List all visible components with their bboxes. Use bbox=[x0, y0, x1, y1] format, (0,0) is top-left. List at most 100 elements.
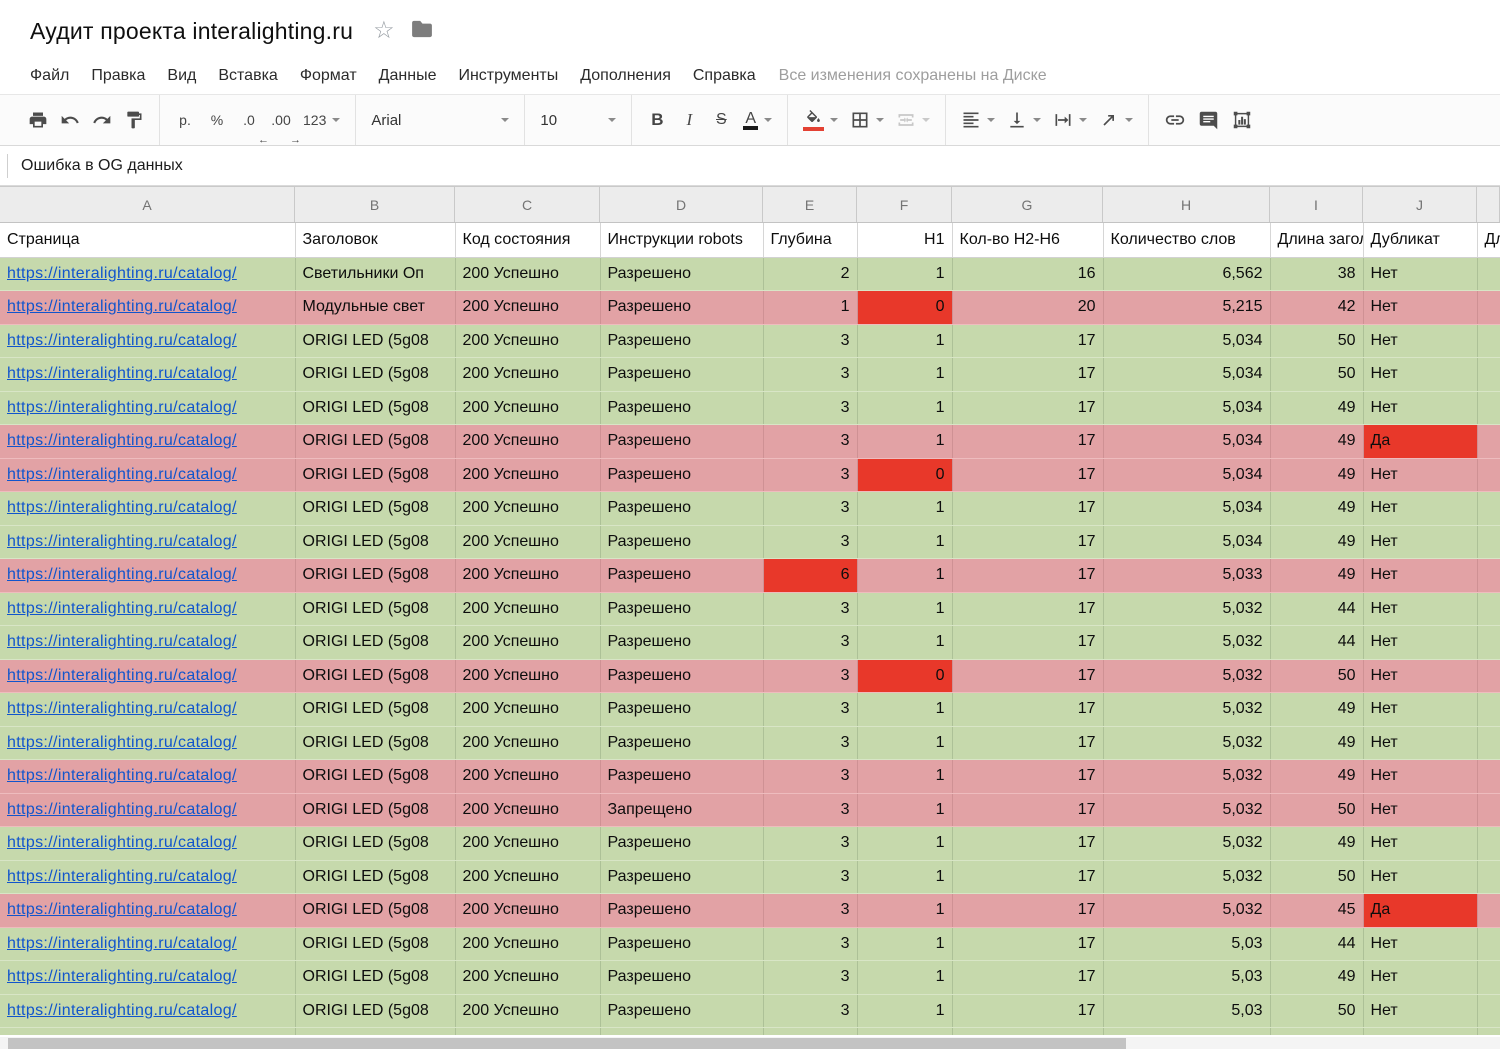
scrollbar-thumb[interactable] bbox=[8, 1038, 1126, 1049]
cell-word-count[interactable]: 5,03 bbox=[1103, 927, 1271, 961]
cell-h2-h6[interactable]: 17 bbox=[952, 927, 1104, 961]
cell-overflow[interactable] bbox=[1477, 726, 1500, 760]
page-link[interactable]: https://interalighting.ru/catalog/ bbox=[7, 533, 237, 550]
menu-item-3[interactable]: Вставка bbox=[207, 67, 288, 84]
cell-h2-h6[interactable]: 17 bbox=[952, 893, 1104, 928]
cell-h2-h6[interactable]: 17 bbox=[952, 1027, 1104, 1035]
cell-status-code[interactable]: 200 Успешно bbox=[455, 357, 601, 392]
column-header-I[interactable]: I bbox=[1270, 187, 1363, 222]
horizontal-align-button[interactable] bbox=[955, 101, 1001, 139]
cell-depth[interactable]: 6 bbox=[763, 558, 858, 593]
cell-overflow[interactable] bbox=[1477, 525, 1500, 559]
bold-button[interactable]: B bbox=[641, 101, 673, 139]
cell-overflow[interactable] bbox=[1477, 1027, 1500, 1035]
currency-format-button[interactable]: р. bbox=[169, 101, 201, 139]
page-link[interactable]: https://interalighting.ru/catalog/ bbox=[7, 901, 237, 918]
cell-h1[interactable]: 1 bbox=[857, 860, 953, 894]
cell-word-count[interactable]: 5,034 bbox=[1103, 357, 1271, 392]
cell-duplicate[interactable]: Нет bbox=[1363, 290, 1478, 325]
cell-h2-h6[interactable]: 17 bbox=[952, 592, 1104, 626]
cell-word-count[interactable]: 5,032 bbox=[1103, 893, 1271, 928]
cell-title[interactable]: ORIGI LED (5g08 bbox=[295, 927, 456, 961]
cell-status-code[interactable]: 200 Успешно bbox=[455, 860, 601, 894]
cell-status-code[interactable]: 200 Успешно bbox=[455, 759, 601, 794]
cell-robots[interactable]: Разрешено bbox=[600, 458, 764, 492]
insert-chart-button[interactable] bbox=[1225, 101, 1259, 139]
page-link[interactable]: https://interalighting.ru/catalog/ bbox=[7, 466, 237, 483]
cell-depth[interactable]: 3 bbox=[763, 458, 858, 492]
cell-robots[interactable]: Запрещено bbox=[600, 793, 764, 827]
cell-title-length[interactable]: 49 bbox=[1270, 424, 1364, 459]
cell-duplicate[interactable]: Нет bbox=[1363, 491, 1478, 526]
cell-word-count[interactable]: 5,032 bbox=[1103, 726, 1271, 760]
cell-h1[interactable]: 1 bbox=[857, 424, 953, 459]
cell-page[interactable]: https://interalighting.ru/catalog/ bbox=[0, 692, 296, 727]
cell-status-code[interactable]: 200 Успешно bbox=[455, 994, 601, 1028]
page-link[interactable]: https://interalighting.ru/catalog/ bbox=[7, 298, 237, 315]
cell-h2-h6[interactable]: 17 bbox=[952, 424, 1104, 459]
redo-button[interactable] bbox=[86, 101, 118, 139]
cell-page[interactable]: https://interalighting.ru/catalog/ bbox=[0, 659, 296, 693]
cell-word-count[interactable]: 5,215 bbox=[1103, 290, 1271, 325]
cell-page[interactable]: https://interalighting.ru/catalog/ bbox=[0, 257, 296, 291]
page-link[interactable]: https://interalighting.ru/catalog/ bbox=[7, 700, 237, 717]
undo-button[interactable] bbox=[54, 101, 86, 139]
cell-depth[interactable]: 3 bbox=[763, 491, 858, 526]
cell-robots[interactable]: Разрешено bbox=[600, 525, 764, 559]
cell-h1[interactable]: 1 bbox=[857, 927, 953, 961]
column-header-F[interactable]: F bbox=[857, 187, 952, 222]
cell-overflow[interactable] bbox=[1477, 391, 1500, 425]
cell-robots[interactable]: Разрешено bbox=[600, 357, 764, 392]
cell-page[interactable]: https://interalighting.ru/catalog/ bbox=[0, 592, 296, 626]
cell-h1[interactable]: 1 bbox=[857, 625, 953, 660]
cell-title-length[interactable]: 50 bbox=[1270, 994, 1364, 1028]
cell-title[interactable]: ORIGI LED (5g08 bbox=[295, 324, 456, 358]
cell-status-code[interactable]: 200 Успешно bbox=[455, 793, 601, 827]
cell-duplicate[interactable]: Нет bbox=[1363, 793, 1478, 827]
cell-depth[interactable]: 3 bbox=[763, 927, 858, 961]
cell-status-code[interactable]: 200 Успешно bbox=[455, 625, 601, 660]
cell-robots[interactable]: Разрешено bbox=[600, 826, 764, 861]
cell-depth[interactable]: 3 bbox=[763, 793, 858, 827]
cell-page[interactable]: https://interalighting.ru/catalog/ bbox=[0, 826, 296, 861]
cell-robots[interactable]: Разрешено bbox=[600, 994, 764, 1028]
cell-h2-h6[interactable]: 17 bbox=[952, 458, 1104, 492]
more-formats-button[interactable]: 123 bbox=[297, 101, 346, 139]
cell-robots[interactable]: Разрешено bbox=[600, 391, 764, 425]
cell-depth[interactable]: 1 bbox=[763, 290, 858, 325]
cell-h1[interactable]: 1 bbox=[857, 592, 953, 626]
column-header-D[interactable]: D bbox=[600, 187, 763, 222]
cell-duplicate[interactable]: Нет bbox=[1363, 860, 1478, 894]
merge-cells-button[interactable] bbox=[890, 101, 936, 139]
cell-overflow[interactable] bbox=[1477, 592, 1500, 626]
cell-page[interactable]: https://interalighting.ru/catalog/ bbox=[0, 324, 296, 358]
insert-comment-button[interactable] bbox=[1192, 101, 1225, 139]
page-link[interactable]: https://interalighting.ru/catalog/ bbox=[7, 734, 237, 751]
cell-page[interactable]: https://interalighting.ru/catalog/ bbox=[0, 391, 296, 425]
cell-overflow[interactable] bbox=[1477, 960, 1500, 995]
cell-robots[interactable]: Разрешено bbox=[600, 625, 764, 660]
cell-h2-h6[interactable]: 17 bbox=[952, 826, 1104, 861]
cell-page[interactable]: https://interalighting.ru/catalog/ bbox=[0, 525, 296, 559]
cell-page[interactable]: https://interalighting.ru/catalog/ bbox=[0, 357, 296, 392]
cell-duplicate[interactable]: Нет bbox=[1363, 558, 1478, 593]
cell-title[interactable]: ORIGI LED (5g08 bbox=[295, 424, 456, 459]
cell-title-length[interactable]: 49 bbox=[1270, 759, 1364, 794]
cell-title-length[interactable]: 49 bbox=[1270, 391, 1364, 425]
cell-word-count[interactable]: 5,032 bbox=[1103, 692, 1271, 727]
cell-title[interactable]: ORIGI LED (5g08 bbox=[295, 625, 456, 660]
cell-h1[interactable]: 1 bbox=[857, 726, 953, 760]
cell-page[interactable]: https://interalighting.ru/catalog/ bbox=[0, 726, 296, 760]
cell-depth[interactable]: 3 bbox=[763, 960, 858, 995]
cell-overflow[interactable] bbox=[1477, 893, 1500, 928]
sheet-header-cell[interactable]: Дубликат bbox=[1363, 223, 1478, 258]
cell-word-count[interactable]: 5,034 bbox=[1103, 424, 1271, 459]
cell-h2-h6[interactable]: 17 bbox=[952, 860, 1104, 894]
cell-depth[interactable]: 3 bbox=[763, 525, 858, 559]
cell-robots[interactable]: Разрешено bbox=[600, 558, 764, 593]
cell-h2-h6[interactable]: 17 bbox=[952, 793, 1104, 827]
cell-duplicate[interactable]: Нет bbox=[1363, 1027, 1478, 1035]
cell-duplicate[interactable]: Нет bbox=[1363, 692, 1478, 727]
cell-word-count[interactable]: 5,032 bbox=[1103, 826, 1271, 861]
cell-h1[interactable]: 0 bbox=[857, 458, 953, 492]
